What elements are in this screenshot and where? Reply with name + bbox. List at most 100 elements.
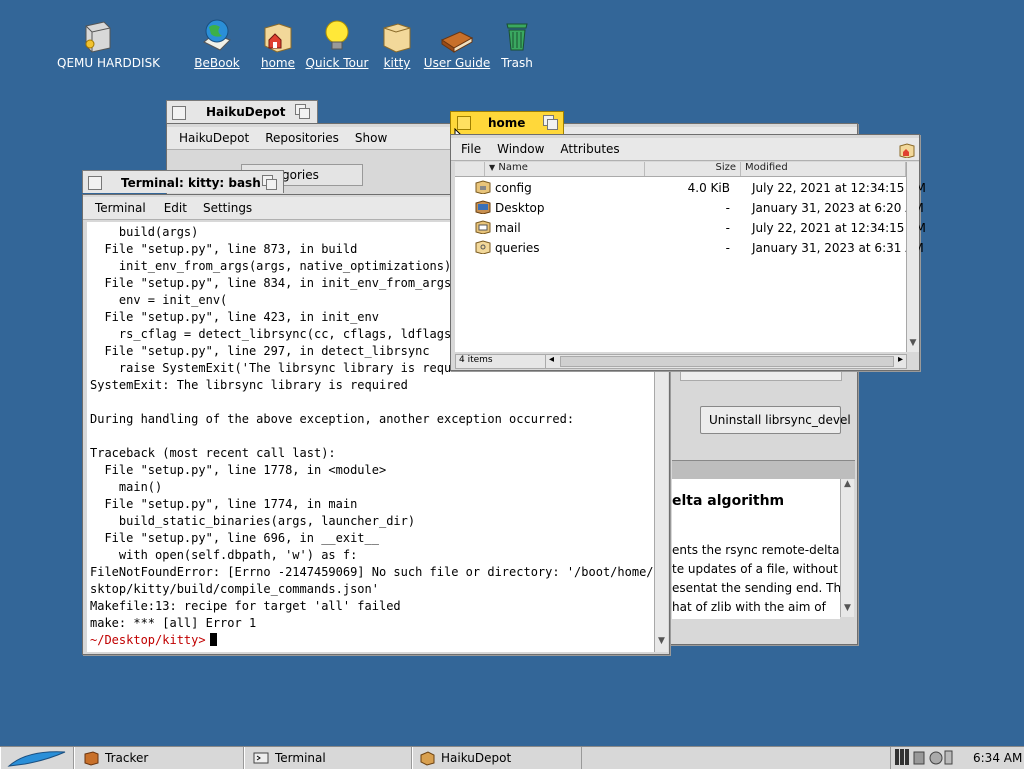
haikudepot-tab[interactable]: HaikuDepot [166,100,318,123]
file-size: 4.0 KiB [687,181,730,195]
terminal-line: make: *** [all] Error 1 [90,616,257,630]
column-header-name[interactable]: ▼ Name [485,162,645,176]
tracker-icon [84,751,99,766]
desktop-icon-harddisk[interactable]: QEMU HARDDISK [57,18,161,70]
close-button[interactable] [172,106,186,120]
menu-terminal[interactable]: Terminal [83,197,154,215]
categories-label: gories [282,168,319,182]
zoom-button[interactable] [262,175,277,190]
uninstall-button-label: Uninstall librsync_devel [709,413,851,427]
description-line: esentat the sending end. The [672,581,840,595]
terminal-icon [253,752,269,764]
taskbar-item-haikudepot[interactable]: HaikuDepot [412,747,582,769]
window-title: Terminal: kitty: bash [121,176,261,190]
menu-edit[interactable]: Edit [154,197,195,215]
column-header-size[interactable]: Size [645,162,741,176]
file-size: - [725,241,730,255]
column-header-modified[interactable]: Modified [741,162,906,176]
list-item[interactable]: mail - July 22, 2021 at 12:34:15 PM [455,218,926,238]
text-cursor [209,633,217,646]
column-name-label: Name [498,162,528,173]
zoom-button[interactable] [295,104,310,119]
terminal-line: build_static_binaries(args, launcher_dir… [90,514,416,528]
list-item[interactable]: config 4.0 KiB July 22, 2021 at 12:34:15… [455,178,926,198]
bebook-icon [200,18,234,54]
harddisk-icon [80,18,114,54]
taskbar-label: Terminal [275,751,326,765]
volume-icon[interactable] [929,750,943,766]
leaf-menu-button[interactable] [0,747,74,769]
terminal-line: File "setup.py", line 1778, in <module> [90,463,387,477]
terminal-line: File "setup.py", line 1774, in main [90,497,358,511]
description-line: te updates of a file, without [672,562,838,576]
column-header-bar: ▼ Name Size Modified [455,162,906,177]
uninstall-button[interactable]: Uninstall librsync_devel [700,406,851,434]
terminal-tab[interactable]: Terminal: kitty: bash [82,170,284,193]
window-title: HaikuDepot [206,105,286,119]
folder-icon [475,200,491,215]
scroll-down-arrow[interactable]: ▼ [907,338,919,352]
cpu-monitor-icon[interactable] [895,749,911,767]
menu-repositories[interactable]: Repositories [257,127,347,145]
taskbar-item-terminal[interactable]: Terminal [244,747,412,769]
file-list[interactable]: ▼ Name Size Modified config 4.0 KiB July… [455,162,926,352]
horizontal-scrollbar[interactable]: ◂ ▸ [545,354,907,369]
menu-attributes[interactable]: Attributes [552,138,627,156]
scroll-down-arrow[interactable]: ▼ [841,603,854,617]
folder-icon [380,18,414,54]
scroll-thumb[interactable] [560,356,894,367]
home-folder-icon[interactable] [899,142,915,159]
terminal-line: During handling of the above exception, … [90,412,575,426]
taskbar: Tracker Terminal HaikuDepot 6:34 AM [0,746,1024,769]
menu-haikudepot[interactable]: HaikuDepot [167,127,257,145]
home-tab[interactable]: home [450,111,564,134]
file-list-scrollbar[interactable]: ▼ [906,162,919,352]
scroll-left-arrow[interactable]: ◂ [549,354,554,365]
file-size: - [725,221,730,235]
tray-icon[interactable] [913,750,927,766]
description-line: hat of zlib with the aim of [672,600,826,614]
menu-settings[interactable]: Settings [195,197,260,215]
scroll-down-arrow[interactable]: ▼ [655,636,668,650]
menu-file[interactable]: File [451,138,489,156]
terminal-line: with open(self.dbpath, 'w') as f: [90,548,358,562]
description-area: elta algorithm ents the rsync remote-del… [672,479,840,619]
scroll-right-arrow[interactable]: ▸ [898,354,903,365]
menu-show[interactable]: Show [347,127,395,145]
file-modified: July 22, 2021 at 12:34:15 PM [752,221,926,235]
network-icon[interactable] [944,750,954,766]
terminal-line: File "setup.py", line 696, in __exit__ [90,531,379,545]
description-scrollbar[interactable]: ▲ ▼ [840,479,854,617]
file-modified: July 22, 2021 at 12:34:15 PM [752,181,926,195]
folder-icon [475,220,491,235]
file-modified: January 31, 2023 at 6:20 AM [752,201,924,215]
menu-window[interactable]: Window [489,138,552,156]
folder-icon [475,180,491,195]
column-size-label: Size [715,162,736,173]
leaf-icon [7,751,66,767]
scroll-up-arrow[interactable]: ▲ [841,479,854,493]
list-item[interactable]: queries - January 31, 2023 at 6:31 AM [455,238,924,258]
terminal-prompt: ~/Desktop/kitty> [90,633,206,647]
tab-strip [672,460,855,479]
desktop-icon-label: QEMU HARDDISK [57,56,161,70]
close-button[interactable] [88,176,102,190]
lightbulb-icon [320,18,354,54]
home-menubar: File Window Attributes [451,138,919,161]
item-count: 4 items [459,355,493,365]
terminal-prompt-line[interactable]: ~/Desktop/kitty> [87,632,654,649]
list-item[interactable]: Desktop - January 31, 2023 at 6:20 AM [455,198,924,218]
terminal-line: FileNotFoundError: [Errno -2147459069] N… [90,565,654,579]
desktop-icon-trash[interactable]: Trash [477,18,557,70]
book-icon [440,18,474,54]
taskbar-label: HaikuDepot [441,751,512,765]
taskbar-item-tracker[interactable]: Tracker [74,747,244,769]
terminal-line: Makefile:13: recipe for target 'all' fai… [90,599,401,613]
zoom-button[interactable] [543,115,558,130]
clock[interactable]: 6:34 AM [973,751,1022,765]
file-name: config [495,181,532,195]
description-line: ents the rsync remote-delta [672,543,840,557]
file-modified: January 31, 2023 at 6:31 AM [752,241,924,255]
